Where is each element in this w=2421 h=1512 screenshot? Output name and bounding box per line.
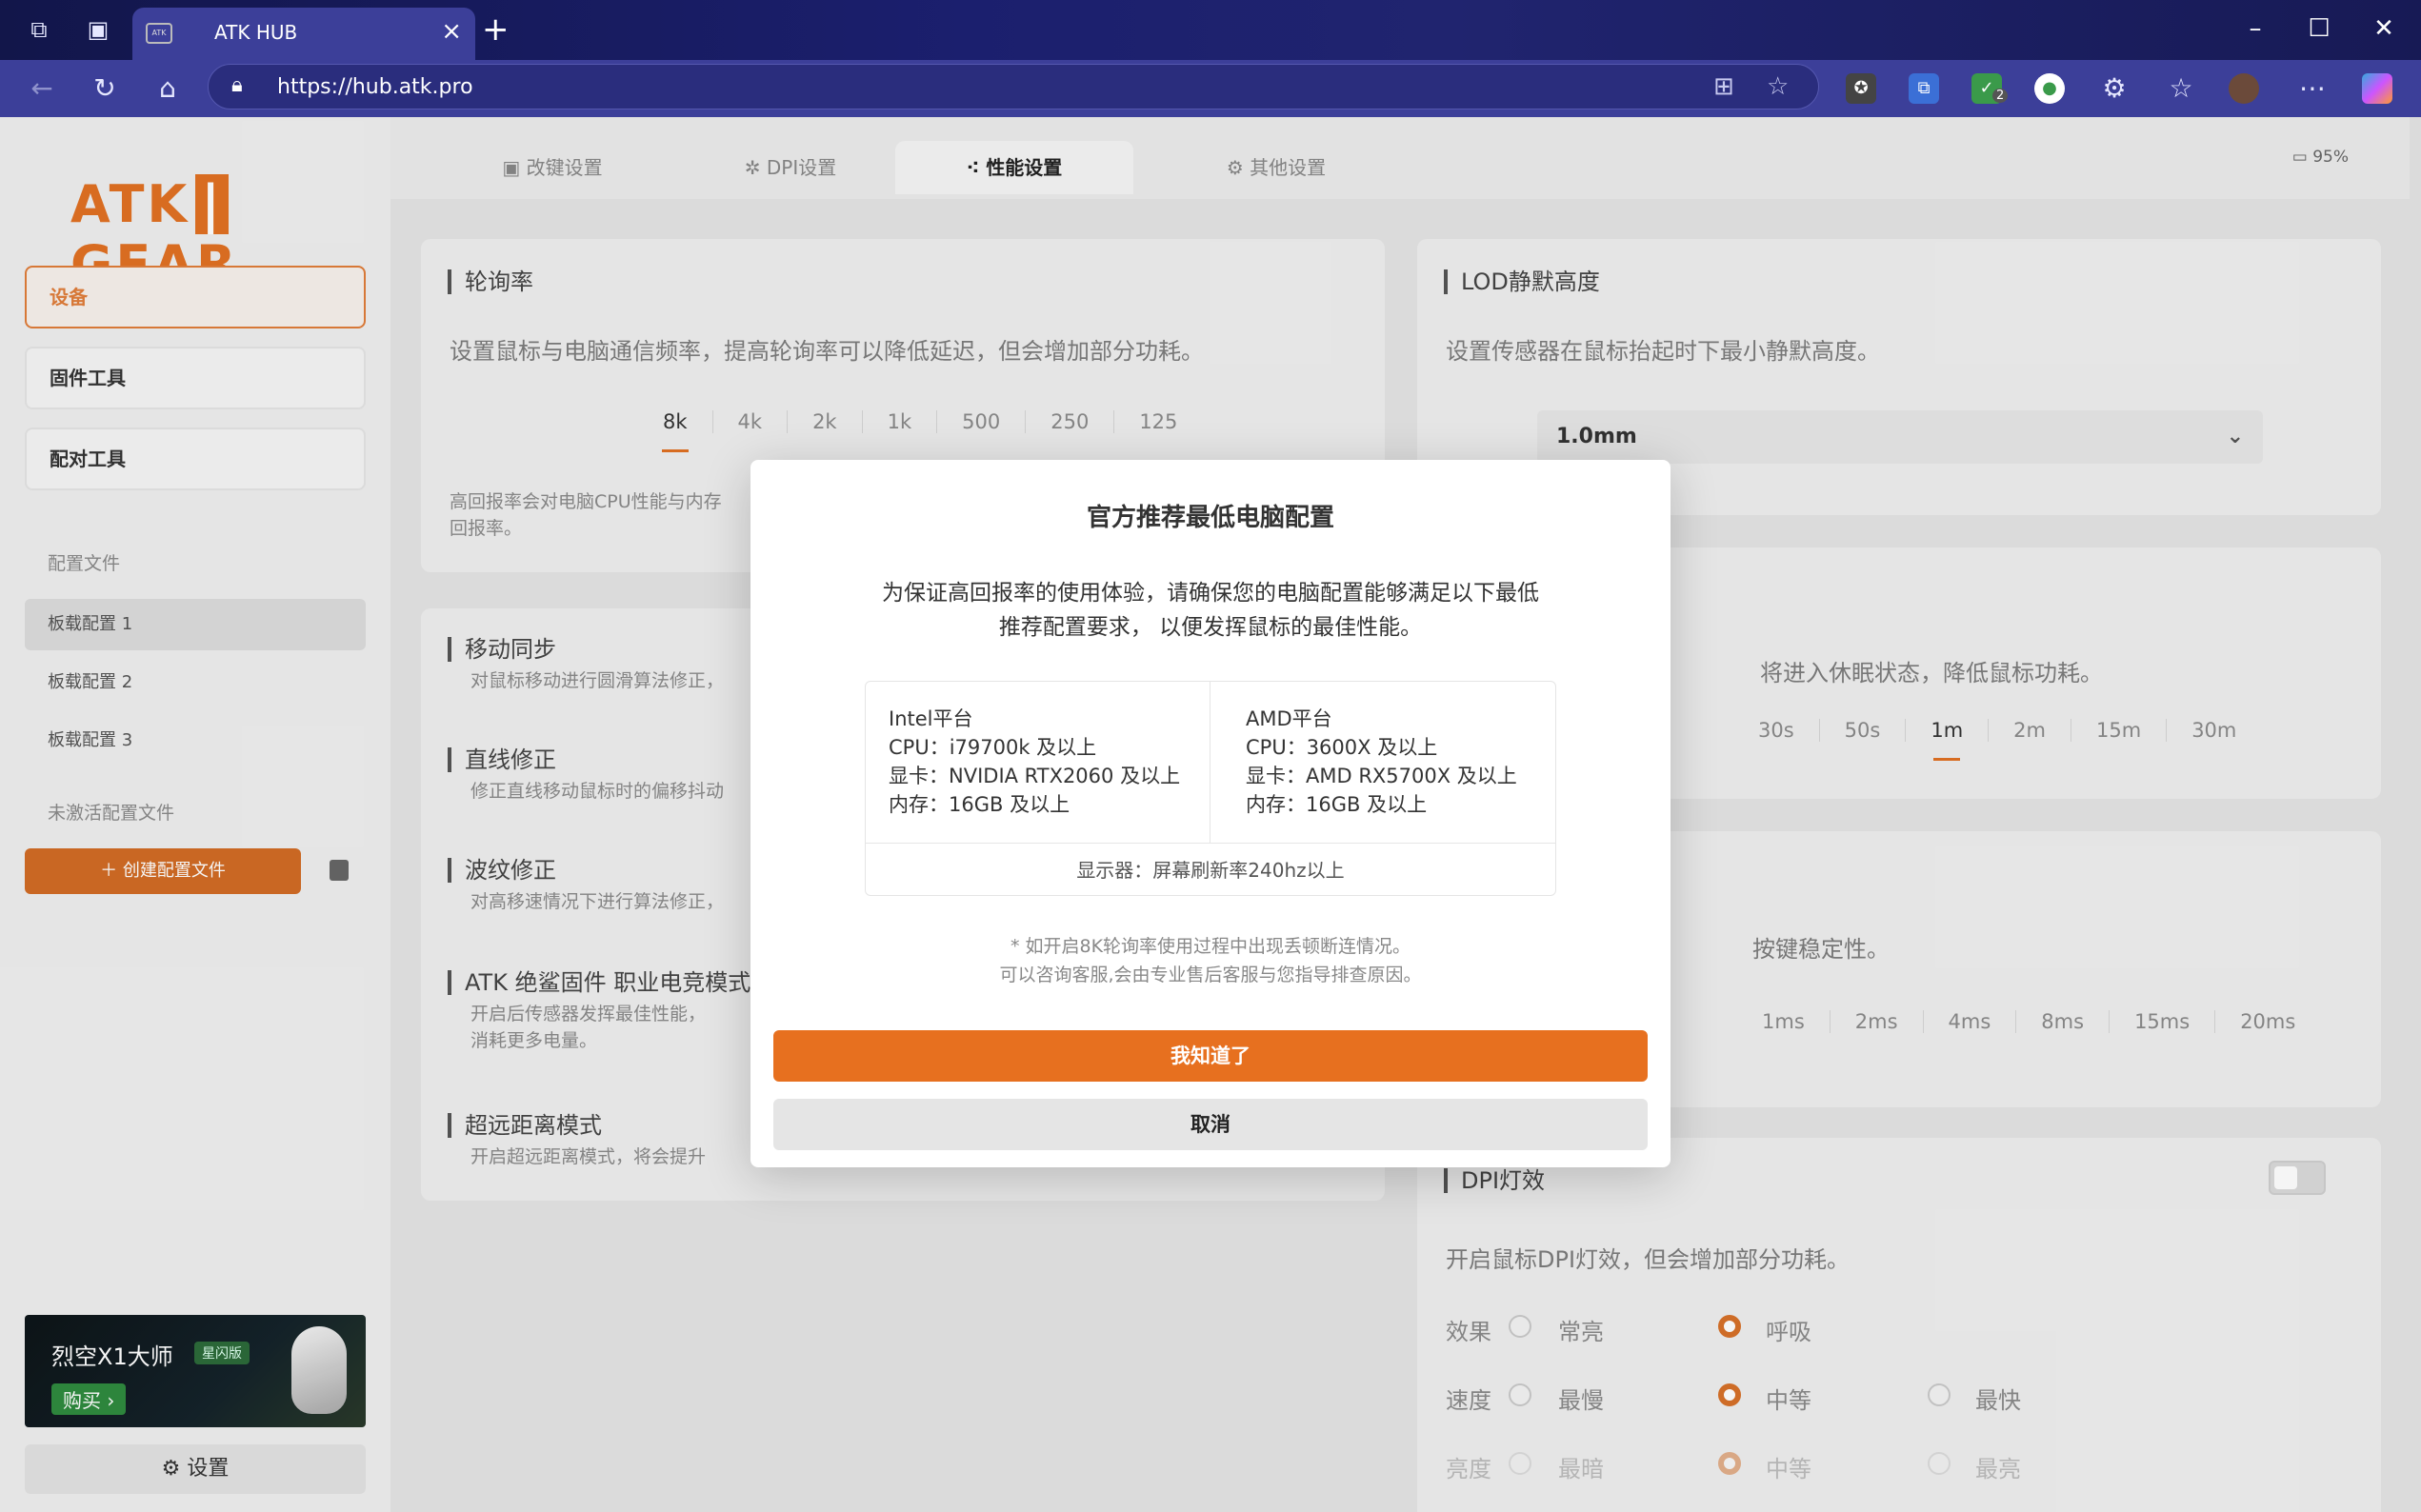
atk-favicon-icon: ATK xyxy=(146,23,172,44)
intel-gpu: 显卡：NVIDIA RTX2060 及以上 xyxy=(889,765,1181,787)
extension-3-icon[interactable]: ● xyxy=(2034,73,2065,104)
browser-tab-bar: ⧉ ▣ ATK ATK HUB × + – ☐ ✕ xyxy=(0,0,2421,61)
url-text[interactable]: https://hub.atk.pro xyxy=(277,75,473,99)
lock-icon[interactable]: 🔒︎ xyxy=(231,73,243,97)
browser-nav-bar: ← ↻ ⌂ 🔒︎ https://hub.atk.pro ⊞ ☆ ✪ ⧉ ✓ 2… xyxy=(0,60,2421,117)
amd-gpu: 显卡：AMD RX5700X 及以上 xyxy=(1246,765,1517,787)
amd-spec: AMD平台 CPU：3600X 及以上 显卡：AMD RX5700X 及以上 内… xyxy=(1211,682,1556,843)
spec-table: Intel平台 CPU：i79700k 及以上 显卡：NVIDIA RTX206… xyxy=(865,681,1556,896)
profile-avatar[interactable] xyxy=(2229,73,2259,104)
amd-platform: AMD平台 xyxy=(1246,707,1332,730)
intel-ram: 内存：16GB 及以上 xyxy=(889,793,1070,816)
intel-cpu: CPU：i79700k 及以上 xyxy=(889,736,1097,759)
dialog-intro-line-2: 推荐配置要求， 以便发挥鼠标的最佳性能。 xyxy=(998,615,1423,640)
extension-1-icon[interactable]: ✪ xyxy=(1846,73,1876,104)
dialog-intro-line-1: 为保证高回报率的使用体验，请确保您的电脑配置能够满足以下最低 xyxy=(882,581,1539,606)
browser-tab-active[interactable]: ATK ATK HUB × xyxy=(132,8,475,61)
favorites-icon[interactable]: ☆ xyxy=(2162,70,2200,108)
copilot-icon[interactable] xyxy=(2362,73,2392,104)
extensions-puzzle-icon[interactable]: ⚙ xyxy=(2095,70,2133,108)
cancel-button[interactable]: 取消 xyxy=(773,1099,1648,1150)
dialog-note-line-2: 可以咨询客服,会由专业售后客服与您指导排查原因。 xyxy=(999,965,1422,985)
amd-cpu: CPU：3600X 及以上 xyxy=(1246,736,1438,759)
maximize-icon[interactable]: ☐ xyxy=(2300,10,2338,48)
recommended-config-dialog: 官方推荐最低电脑配置 为保证高回报率的使用体验，请确保您的电脑配置能够满足以下最… xyxy=(750,460,1671,1167)
new-tab-icon[interactable]: + xyxy=(482,13,510,46)
workspaces-icon[interactable]: ⧉ xyxy=(23,13,55,46)
home-icon[interactable]: ⌂ xyxy=(149,70,187,108)
dialog-note-line-1: * 如开启8K轮询率使用过程中出现丢顿断连情况。 xyxy=(1010,936,1411,957)
address-bar[interactable]: 🔒︎ https://hub.atk.pro ⊞ ☆ xyxy=(208,64,1819,109)
app-available-icon[interactable]: ⊞ xyxy=(1713,72,1734,101)
tab-actions-icon[interactable]: ▣ xyxy=(82,13,114,46)
refresh-icon[interactable]: ↻ xyxy=(86,70,124,108)
tab-title: ATK HUB xyxy=(214,21,298,44)
back-icon[interactable]: ← xyxy=(23,70,61,108)
dialog-intro: 为保证高回报率的使用体验，请确保您的电脑配置能够满足以下最低 推荐配置要求， 以… xyxy=(846,576,1575,645)
dialog-note: * 如开启8K轮询率使用过程中出现丢顿断连情况。 可以咨询客服,会由专业售后客服… xyxy=(750,932,1671,989)
extension-badge: 2 xyxy=(1992,89,2009,103)
minimize-icon[interactable]: – xyxy=(2236,10,2274,48)
dialog-title: 官方推荐最低电脑配置 xyxy=(1086,504,1334,532)
intel-spec: Intel平台 CPU：i79700k 及以上 显卡：NVIDIA RTX206… xyxy=(866,682,1210,843)
confirm-button[interactable]: 我知道了 xyxy=(773,1030,1648,1082)
more-menu-icon[interactable]: ⋯ xyxy=(2293,70,2331,108)
intel-platform: Intel平台 xyxy=(889,707,973,730)
monitor-spec: 显示器：屏幕刷新率240hz以上 xyxy=(866,843,1555,896)
amd-ram: 内存：16GB 及以上 xyxy=(1246,793,1428,816)
extension-2-icon[interactable]: ⧉ xyxy=(1909,73,1939,104)
favorite-star-icon[interactable]: ☆ xyxy=(1767,72,1789,101)
close-tab-icon[interactable]: × xyxy=(441,17,462,46)
close-window-icon[interactable]: ✕ xyxy=(2365,10,2403,48)
